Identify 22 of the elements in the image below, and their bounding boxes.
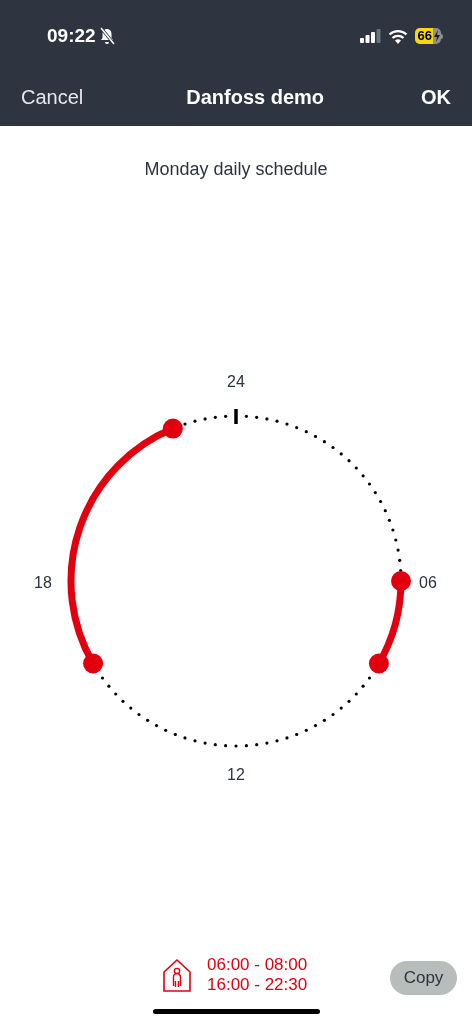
schedule-title: Monday daily schedule [144, 158, 328, 180]
ok-button[interactable]: OK [421, 82, 451, 112]
midnight-tick [234, 409, 238, 424]
copy-button[interactable]: Copy [390, 960, 457, 995]
hour-label: 18 [34, 574, 52, 591]
battery-icon: 66 [414, 28, 443, 44]
hour-label: 06 [419, 574, 437, 591]
period-handle[interactable] [83, 653, 104, 674]
hour-label: 24 [227, 373, 245, 390]
period-handle[interactable] [391, 571, 411, 591]
signal-icon [359, 29, 381, 43]
wifi-icon [387, 28, 408, 44]
home-person-icon [162, 958, 192, 992]
period-time-range: 16:00 - 22:30 [207, 975, 308, 995]
screen-title: Danfoss demo [186, 85, 325, 110]
period-handle[interactable] [162, 418, 183, 439]
muted-bell-icon [98, 27, 115, 45]
status-time: 09:22 [47, 23, 96, 48]
period-handle[interactable] [368, 653, 389, 674]
cancel-button[interactable]: Cancel [21, 82, 84, 112]
hour-label: 12 [227, 766, 245, 783]
period-time-range: 06:00 - 08:00 [207, 955, 308, 975]
